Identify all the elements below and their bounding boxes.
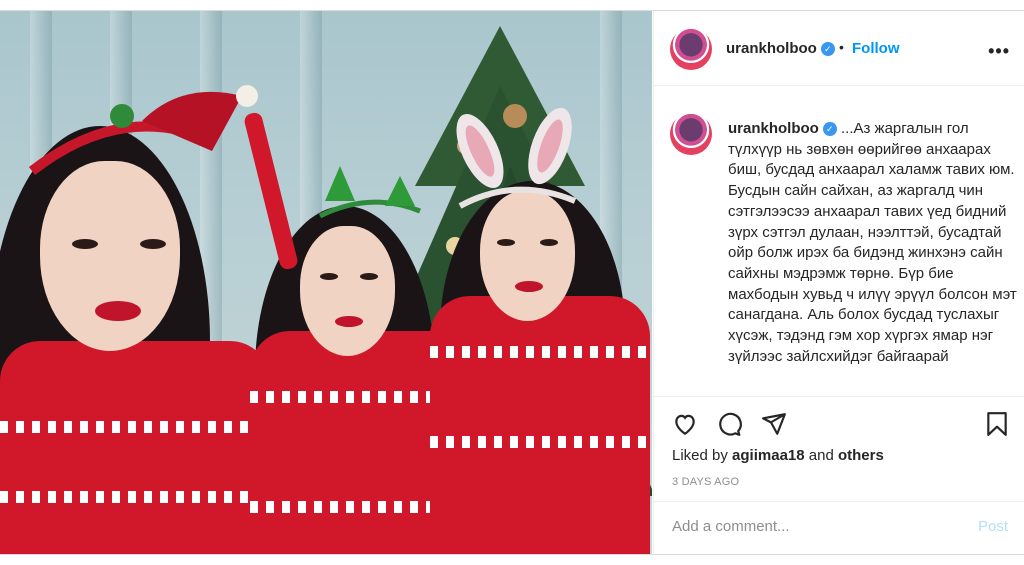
- post-comment-button[interactable]: Post: [978, 518, 1008, 535]
- liked-user-link[interactable]: agiimaa18: [732, 447, 805, 464]
- raised-arm: [242, 111, 300, 271]
- username-text[interactable]: urankholboo: [726, 40, 817, 57]
- more-options-icon[interactable]: •••: [988, 41, 1010, 62]
- bunny-ears-headband: [456, 107, 577, 209]
- caption-text-block: urankholboo ✓ ...Аз жаргалын гол түлхүүр …: [728, 119, 1018, 367]
- comment-icon[interactable]: [716, 411, 742, 437]
- post-timestamp[interactable]: 3 DAYS AGO: [672, 476, 739, 488]
- avatar[interactable]: [670, 113, 712, 155]
- heart-icon[interactable]: [672, 411, 698, 437]
- santa-hat-headband: [28, 85, 258, 175]
- separator-dot: •: [839, 39, 844, 55]
- likes-summary: Liked by agiimaa18 and others: [672, 447, 884, 464]
- post-frame: urankholboo ✓ • Follow ••• urankholboo ✓ .…: [0, 10, 1024, 555]
- verified-badge-icon: ✓: [822, 122, 837, 137]
- liked-prefix: Liked by: [672, 447, 728, 464]
- follow-button[interactable]: Follow: [852, 40, 900, 57]
- post-photo[interactable]: [0, 11, 652, 554]
- share-icon[interactable]: [761, 411, 787, 437]
- liked-others-link[interactable]: others: [838, 447, 884, 464]
- christmas-tree-headband: [318, 166, 421, 219]
- avatar[interactable]: [670, 28, 712, 70]
- post-side-panel: urankholboo ✓ • Follow ••• urankholboo ✓ .…: [653, 11, 1024, 554]
- comment-input[interactable]: Add a comment...: [672, 518, 952, 535]
- bookmark-icon[interactable]: [984, 411, 1010, 437]
- comment-bar: Add a comment... Post: [654, 501, 1024, 554]
- post-header: urankholboo ✓ • Follow •••: [654, 11, 1024, 86]
- action-bar: [654, 396, 1024, 446]
- liked-and: and: [808, 447, 834, 464]
- caption-username[interactable]: urankholboo: [728, 120, 819, 137]
- caption-body: ...Аз жаргалын гол түлхүүр нь зөвхөн өөр…: [728, 120, 1017, 365]
- header-username[interactable]: urankholboo ✓: [726, 40, 835, 57]
- verified-badge-icon: ✓: [820, 42, 835, 57]
